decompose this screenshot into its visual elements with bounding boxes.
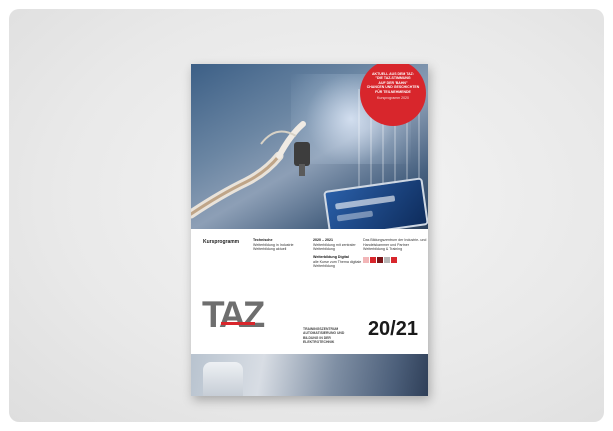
column-text: Weiterbildung aktuell — [253, 247, 287, 252]
tablet-ui-bar — [334, 195, 396, 210]
lab-photo — [191, 354, 428, 396]
info-title: Kursprogramm — [203, 239, 240, 245]
badge-line: FÜR TEILNEHMENDE — [375, 89, 411, 94]
edition-year: 20/21 — [367, 318, 418, 340]
column-text: Weiterbildung & Training — [363, 247, 403, 252]
column-text: Handelskammer und Partner — [363, 242, 409, 247]
column-text: Das Bildungszentrum der Industrie- und — [363, 238, 427, 242]
column-text: Weiterbildung — [313, 247, 335, 252]
tagline: TRAININGSZENTRUM AUTOMATISIERUNG UND BIL… — [303, 327, 345, 345]
partner-logo — [377, 257, 383, 263]
lab-machine — [203, 362, 243, 396]
info-column: Technische Weiterbildung in Industrie We… — [253, 238, 294, 252]
badge-footer: Kursprogramm 2020 — [377, 96, 409, 101]
brochure-cover[interactable]: AKTUELL AUS DEM TAZ: "DIE TAZ-STIMMUNG A… — [191, 64, 428, 396]
info-band: Kursprogramm Technische Weiterbildung in… — [191, 229, 428, 274]
tablet-ui-bar — [336, 210, 374, 222]
taz-logo: TAZ — [202, 294, 265, 335]
robot-arm-photo: AKTUELL AUS DEM TAZ: "DIE TAZ-STIMMUNG A… — [191, 64, 428, 229]
column-text: alle Kurse zum Thema digitale — [313, 259, 362, 264]
info-column: Das Bildungszentrum der Industrie- und H… — [363, 238, 426, 252]
partner-logo — [384, 257, 390, 263]
brochure-card: AKTUELL AUS DEM TAZ: "DIE TAZ-STIMMUNG A… — [9, 9, 604, 422]
column-text: Weiterbildung — [313, 264, 335, 269]
partner-logo — [363, 257, 369, 263]
partner-logos — [363, 256, 397, 264]
column-text: Weiterbildung in Industrie — [253, 242, 294, 247]
logo-accent-bar — [221, 322, 255, 325]
info-column: Weiterbildung Digital alle Kurse zum The… — [313, 255, 361, 269]
info-column: 2020 – 2021 Weiterbildung mit zentraler … — [313, 238, 356, 252]
badge-line: CHANCEN UND GESCHICHTEN — [366, 85, 420, 90]
column-text: Weiterbildung mit zentraler — [313, 242, 356, 247]
title-band: TAZ TRAININGSZENTRUM AUTOMATISIERUNG UND… — [191, 274, 428, 354]
partner-logo — [370, 257, 376, 263]
partner-logo — [391, 257, 397, 263]
